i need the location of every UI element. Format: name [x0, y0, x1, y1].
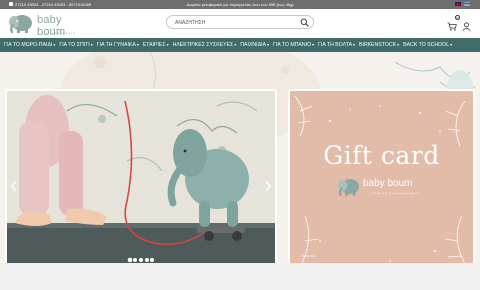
elephant-logo-icon	[337, 179, 360, 196]
chevron-down-icon: ▾	[353, 42, 356, 47]
search-icon[interactable]	[300, 18, 309, 27]
page-bottom-area	[0, 263, 480, 290]
logo-tagline: παιδικα εικονογραφία	[46, 27, 76, 35]
elephant-logo-icon	[9, 15, 32, 34]
hero-section: Gift card baby boum παιδικα εικονογραφία	[0, 52, 480, 263]
shipping-notice: Δωρεάν μεταφορικά για παραγγελίες άνω τω…	[186, 2, 294, 7]
slider-dot[interactable]	[133, 258, 138, 262]
chevron-down-icon: ▾	[312, 42, 315, 47]
nav-item-baby-child[interactable]: ΓΙΑ ΤΟ ΜΩΡΟ-ΠΑΙΔΙ▾	[4, 42, 55, 48]
hero-slider[interactable]	[5, 89, 277, 263]
chevron-right-icon[interactable]	[263, 179, 273, 193]
nav-item-toys[interactable]: ΠΑΙΧΝΙΔΙΑ▾	[240, 42, 269, 48]
nav-item-home[interactable]: ΓΙΑ ΤΟ ΣΠΙΤΙ▾	[59, 42, 92, 48]
gift-card-logo: baby boum παιδικα εικονογραφία	[337, 176, 432, 200]
chevron-left-icon[interactable]	[9, 179, 19, 193]
site-header: baby boum παιδικα εικονογραφία 0	[0, 9, 480, 38]
nav-item-woman[interactable]: ΓΙΑ ΤΗ ΓΥΝΑΙΚΑ▾	[97, 42, 139, 48]
nav-item-appliances[interactable]: ΗΛΕΚΤΡΙΚΕΣ ΣΥΣΚΕΥΕΣ▾	[173, 42, 237, 48]
cart-button[interactable]: 0	[447, 15, 460, 31]
chevron-down-icon: ▾	[166, 42, 169, 47]
main-navigation: ΓΙΑ ΤΟ ΜΩΡΟ-ΠΑΙΔΙ▾ ΓΙΑ ΤΟ ΣΠΙΤΙ▾ ΓΙΑ ΤΗ …	[0, 38, 480, 52]
chevron-down-icon: ▾	[90, 42, 93, 47]
nav-item-brands[interactable]: ΕΤΑΙΡΙΕΣ▾	[143, 42, 169, 48]
nav-item-birkenstock[interactable]: BIRKENSTOCK▾	[359, 42, 399, 48]
gift-card-logo-tagline: παιδικα εικονογραφία	[371, 191, 420, 195]
nav-item-bath[interactable]: ΓΙΑ ΤΟ ΜΠΑΝΙΟ▾	[273, 42, 314, 48]
cart-icon	[447, 22, 457, 31]
flag-en-icon[interactable]	[454, 2, 461, 6]
chevron-down-icon: ▾	[397, 42, 400, 47]
search-input[interactable]	[175, 18, 295, 27]
site-logo[interactable]: baby boum παιδικα εικονογραφία	[8, 12, 93, 38]
chevron-down-icon: ▾	[234, 42, 237, 47]
slider-image-child-elephant	[7, 91, 275, 263]
slider-pagination	[7, 249, 275, 263]
chevron-down-icon: ▾	[266, 42, 269, 47]
nav-item-stroll[interactable]: ΓΙΑ ΤΗ ΒΟΛΤΑ▾	[318, 42, 355, 48]
gift-card-logo-name: baby boum	[363, 178, 413, 189]
flag-gr-icon[interactable]	[464, 2, 470, 6]
cart-count-badge: 0	[455, 15, 460, 20]
account-button[interactable]	[462, 18, 471, 31]
slider-dot[interactable]	[127, 258, 132, 262]
slider-dot[interactable]	[150, 258, 155, 262]
search-box	[166, 15, 314, 29]
gift-card-title: Gift card	[323, 141, 440, 170]
nav-item-back-to-school[interactable]: BACK TO SCHOOL▾	[403, 42, 452, 48]
chevron-down-icon: ▾	[53, 42, 56, 47]
user-icon	[462, 22, 471, 31]
top-info-bar: 27210 43004 - 27210 43003 - 6972910085 Δ…	[0, 0, 480, 9]
slider-dot[interactable]	[139, 258, 143, 262]
chevron-down-icon: ▾	[450, 42, 453, 47]
chevron-down-icon: ▾	[136, 42, 139, 47]
language-switcher	[453, 2, 470, 7]
slider-dot[interactable]	[144, 258, 149, 262]
gift-card-banner[interactable]: Gift card baby boum παιδικα εικονογραφία	[288, 89, 475, 263]
